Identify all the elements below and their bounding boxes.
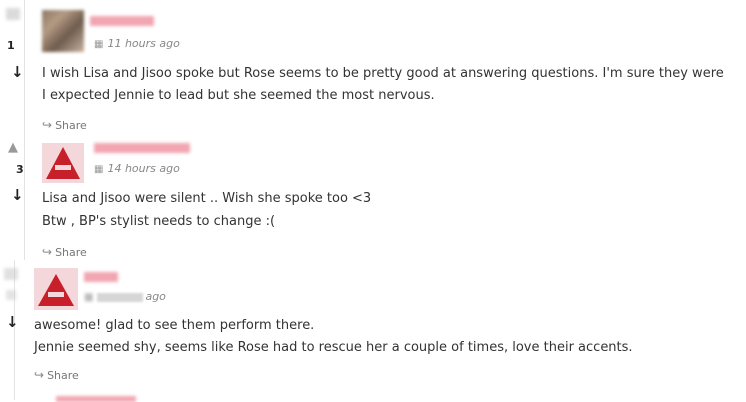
timestamp-blurred <box>97 292 144 302</box>
share-button[interactable]: ↪ Share <box>42 245 87 259</box>
timestamp: ▦ ago <box>84 290 166 303</box>
arrow-up-icon[interactable]: ▲ <box>8 141 18 154</box>
vote-controls: ▲ 3 ↓ <box>6 133 32 223</box>
arrow-up-icon[interactable] <box>4 268 18 280</box>
calendar-icon: ▦ <box>94 164 104 175</box>
calendar-icon: ▦ <box>84 292 94 303</box>
timestamp: ▦ 11 hours ago <box>94 37 180 50</box>
arrow-down-icon[interactable]: ↓ <box>6 315 19 330</box>
share-icon: ↪ <box>42 245 53 259</box>
share-button[interactable]: ↪ Share <box>42 118 87 132</box>
comment-text-line: Lisa and Jisoo were silent .. Wish she s… <box>42 191 372 206</box>
comment: ▲ 3 ↓ ▦ 14 hours ago Lisa and Jisoo were … <box>0 133 746 260</box>
timestamp: ▦ 14 hours ago <box>94 162 180 175</box>
avatar[interactable] <box>34 268 78 310</box>
comment-text-line: Btw , BP's stylist needs to change :( <box>42 214 276 229</box>
arrow-down-icon[interactable]: ↓ <box>11 188 24 203</box>
vote-count <box>6 290 16 300</box>
comment-text-line: I wish Lisa and Jisoo spoke but Rose see… <box>42 66 724 81</box>
comment-text-line: Jennie seemed shy, seems like Rose had t… <box>34 340 633 355</box>
username[interactable] <box>94 143 190 153</box>
share-button[interactable]: ↪ Share <box>34 368 79 382</box>
comment: 1 ↓ ▦ 11 hours ago I wish Lisa and Jisoo … <box>0 0 746 133</box>
vote-controls: 1 ↓ <box>6 0 32 90</box>
comment: ↓ ▦ ago awesome! glad to see them perform… <box>0 260 746 402</box>
arrow-up-icon[interactable] <box>6 8 20 20</box>
vote-count: 3 <box>16 163 24 176</box>
avatar-logo <box>34 268 78 310</box>
avatar[interactable] <box>42 10 84 52</box>
vote-count: 1 <box>7 39 15 52</box>
comment-text-line: I expected Jennie to lead but she seemed… <box>42 88 435 103</box>
vote-controls: ↓ <box>2 260 28 340</box>
share-icon: ↪ <box>42 118 53 132</box>
next-comment-preview <box>56 396 136 402</box>
username[interactable] <box>84 272 118 282</box>
share-icon: ↪ <box>34 368 45 382</box>
avatar[interactable] <box>42 143 84 183</box>
username[interactable] <box>90 16 154 26</box>
avatar-logo <box>42 143 84 183</box>
comment-text-line: awesome! glad to see them perform there. <box>34 318 315 333</box>
calendar-icon: ▦ <box>94 39 104 50</box>
arrow-down-icon[interactable]: ↓ <box>11 65 24 80</box>
